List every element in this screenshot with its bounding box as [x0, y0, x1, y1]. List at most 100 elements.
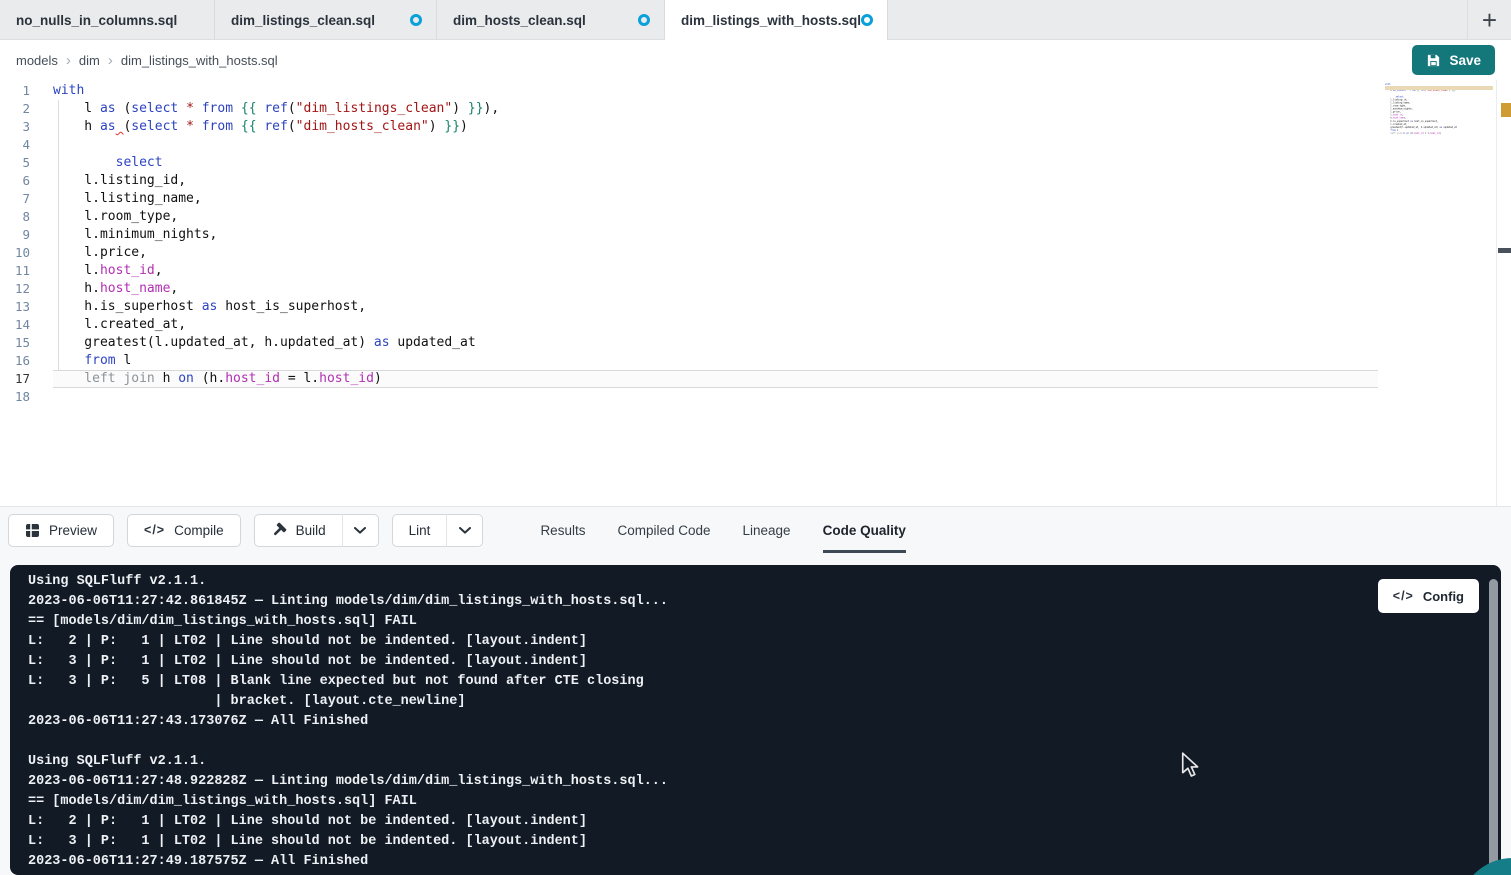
- file-tab[interactable]: no_nulls_in_columns.sql: [0, 0, 215, 40]
- file-tab-label: dim_listings_with_hosts.sql: [681, 13, 861, 28]
- code-line[interactable]: 12 h.host_name,: [0, 280, 1378, 298]
- config-button[interactable]: </> Config: [1378, 579, 1479, 613]
- compile-button[interactable]: </>Compile: [127, 514, 241, 547]
- build-button[interactable]: Build: [254, 514, 342, 547]
- line-number: 18: [0, 388, 30, 406]
- mouse-cursor: [1180, 752, 1202, 778]
- line-number: 3: [0, 118, 30, 136]
- line-number: 6: [0, 172, 30, 190]
- code-lines: 1with2 l as (select * from {{ ref("dim_l…: [0, 82, 1378, 406]
- code-line[interactable]: 15 greatest(l.updated_at, h.updated_at) …: [0, 334, 1378, 352]
- panel-tab-lineage[interactable]: Lineage: [743, 507, 791, 553]
- line-number: 16: [0, 352, 30, 370]
- line-number: 14: [0, 316, 30, 334]
- file-tab[interactable]: dim_hosts_clean.sql: [437, 0, 665, 40]
- panel-tab-compiled-code[interactable]: Compiled Code: [617, 507, 710, 553]
- breadcrumb-segment[interactable]: models: [16, 53, 58, 68]
- file-tab[interactable]: dim_listings_with_hosts.sql: [665, 0, 888, 40]
- lint-warning-marker: [1501, 103, 1511, 117]
- hammer-icon: [271, 522, 287, 538]
- panel-tab-code-quality[interactable]: Code Quality: [823, 507, 906, 553]
- line-number: 11: [0, 262, 30, 280]
- code-line[interactable]: 5 select: [0, 154, 1378, 172]
- unsaved-changes-icon: [861, 14, 873, 26]
- code-line[interactable]: 13 h.is_superhost as host_is_superhost,: [0, 298, 1378, 316]
- code-line[interactable]: 7 l.listing_name,: [0, 190, 1378, 208]
- floppy-disk-icon: [1426, 53, 1441, 68]
- grid-icon: [25, 523, 40, 538]
- action-toolbar: Preview </>Compile Build Lint Results Compil…: [0, 506, 1511, 553]
- code-line[interactable]: 14 l.created_at,: [0, 316, 1378, 334]
- code-icon: </>: [1393, 589, 1414, 603]
- build-dropdown-button[interactable]: [342, 514, 379, 547]
- overview-ruler[interactable]: [1496, 80, 1511, 506]
- code-line[interactable]: 8 l.room_type,: [0, 208, 1378, 226]
- file-tab-label: no_nulls_in_columns.sql: [16, 13, 177, 28]
- code-line[interactable]: 1with: [0, 82, 1378, 100]
- unsaved-changes-icon: [638, 14, 650, 26]
- code-line[interactable]: 9 l.minimum_nights,: [0, 226, 1378, 244]
- lint-dropdown-button[interactable]: [446, 514, 483, 547]
- breadcrumb-segment[interactable]: dim_listings_with_hosts.sql: [121, 53, 278, 68]
- config-button-label: Config: [1423, 589, 1464, 604]
- line-number: 4: [0, 136, 30, 154]
- line-number: 8: [0, 208, 30, 226]
- open-file-tabs: no_nulls_in_columns.sql dim_listings_clea…: [0, 0, 888, 40]
- save-button[interactable]: Save: [1412, 45, 1495, 75]
- lint-button[interactable]: Lint: [392, 514, 447, 547]
- line-number: 13: [0, 298, 30, 316]
- build-split-button: Build: [254, 514, 379, 547]
- lint-output-text: Using SQLFluff v2.1.1. 2023-06-06T11:27:…: [10, 565, 1501, 872]
- line-number: 17: [0, 370, 30, 388]
- result-panel-tabs: Results Compiled Code Lineage Code Quality: [540, 507, 905, 553]
- file-header-bar: models › dim › dim_listings_with_hosts.sql S…: [0, 40, 1511, 80]
- line-number: 1: [0, 82, 30, 100]
- code-line[interactable]: 6 l.listing_id,: [0, 172, 1378, 190]
- lint-split-button: Lint: [392, 514, 484, 547]
- terminal-scrollbar[interactable]: [1489, 579, 1498, 869]
- preview-button[interactable]: Preview: [8, 514, 114, 547]
- panel-tab-results[interactable]: Results: [540, 507, 585, 553]
- code-line[interactable]: 17 left join h on (h.host_id = l.host_id…: [0, 370, 1378, 388]
- unsaved-changes-icon: [410, 14, 422, 26]
- minimap-highlight: [1385, 86, 1493, 90]
- lint-button-label: Lint: [409, 523, 431, 538]
- file-tab-label: dim_hosts_clean.sql: [453, 13, 586, 28]
- new-tab-button[interactable]: +: [1467, 0, 1511, 40]
- line-number: 15: [0, 334, 30, 352]
- line-number: 5: [0, 154, 30, 172]
- cursor-position-marker: [1498, 248, 1511, 253]
- line-number: 9: [0, 226, 30, 244]
- code-line[interactable]: 2 l as (select * from {{ ref("dim_listin…: [0, 100, 1378, 118]
- line-number: 10: [0, 244, 30, 262]
- chevron-down-icon: [459, 527, 471, 534]
- code-line[interactable]: 11 l.host_id,: [0, 262, 1378, 280]
- file-tab[interactable]: dim_listings_clean.sql: [215, 0, 437, 40]
- code-line[interactable]: 18: [0, 388, 1378, 406]
- plus-icon: +: [1482, 7, 1497, 33]
- breadcrumb-separator-icon: ›: [66, 52, 71, 69]
- preview-button-label: Preview: [49, 523, 97, 538]
- line-number: 7: [0, 190, 30, 208]
- toolbar-buttons: Preview </>Compile Build Lint: [8, 514, 496, 547]
- file-tab-label: dim_listings_clean.sql: [231, 13, 375, 28]
- editor-tab-bar: no_nulls_in_columns.sql dim_listings_clea…: [0, 0, 1511, 40]
- chevron-down-icon: [354, 527, 366, 534]
- minimap[interactable]: with l as (select * from {{ ref("dim_lis…: [1385, 83, 1493, 145]
- code-line[interactable]: 16 from l: [0, 352, 1378, 370]
- code-line[interactable]: 10 l.price,: [0, 244, 1378, 262]
- code-editor[interactable]: 1with2 l as (select * from {{ ref("dim_l…: [0, 80, 1511, 506]
- save-button-label: Save: [1449, 53, 1481, 68]
- line-number: 2: [0, 100, 30, 118]
- minimap-code: with l as (select * from {{ ref("dim_lis…: [1385, 83, 1403, 138]
- terminal-panel: Using SQLFluff v2.1.1. 2023-06-06T11:27:…: [10, 565, 1501, 875]
- build-button-label: Build: [296, 523, 326, 538]
- breadcrumb: models › dim › dim_listings_with_hosts.sql: [16, 52, 278, 69]
- terminal-area: Using SQLFluff v2.1.1. 2023-06-06T11:27:…: [0, 553, 1511, 875]
- code-line[interactable]: 4: [0, 136, 1378, 154]
- line-number: 12: [0, 280, 30, 298]
- breadcrumb-separator-icon: ›: [108, 52, 113, 69]
- breadcrumb-segment[interactable]: dim: [79, 53, 100, 68]
- compile-button-label: Compile: [174, 523, 224, 538]
- code-line[interactable]: 3 h as (select * from {{ ref("dim_hosts_…: [0, 118, 1378, 136]
